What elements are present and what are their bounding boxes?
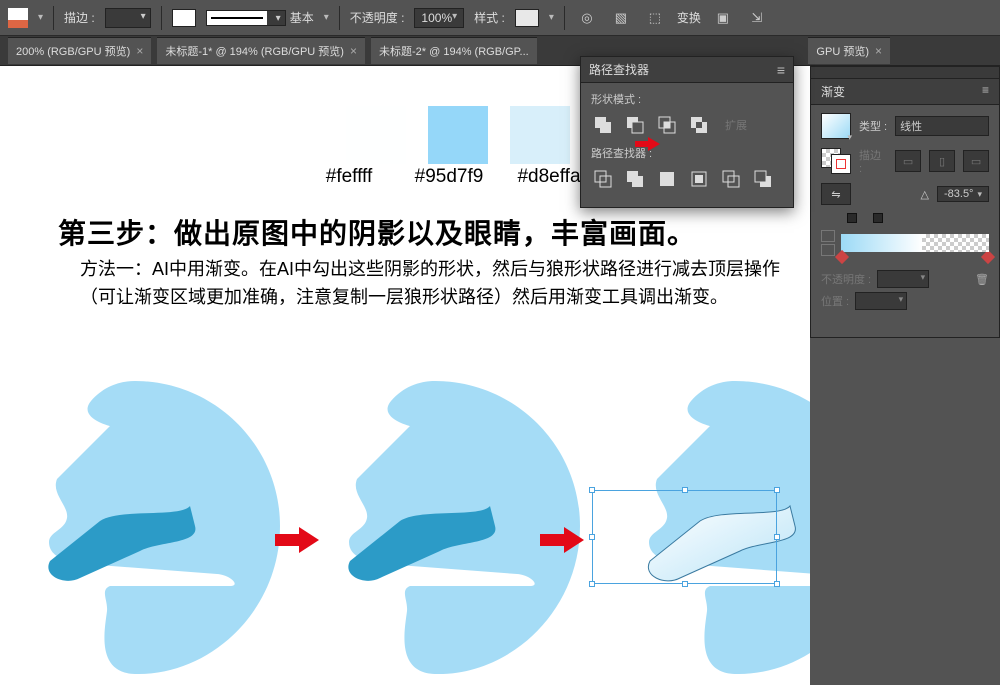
stroke-grad-mode-icon: ▯ <box>929 150 955 172</box>
aspect-ratio-icon[interactable] <box>873 213 887 226</box>
shape-modes-label: 形状模式 : <box>591 91 783 107</box>
divide-icon[interactable] <box>591 167 615 191</box>
stroke-style-open-icon[interactable]: ▾ <box>324 12 329 23</box>
current-tool-icon <box>8 8 28 28</box>
hex-label: #95d7f9 <box>409 166 489 188</box>
document-tab[interactable]: GPU 预览) × <box>808 37 890 64</box>
panel-header[interactable]: 渐变 ≡ <box>811 79 999 105</box>
hex-label: #d8effa <box>509 166 589 188</box>
swatch-sample <box>510 106 570 164</box>
selection-bounding-box[interactable] <box>592 490 777 584</box>
delete-stop-icon[interactable]: 🗑 <box>975 273 989 286</box>
pathfinders-label: 路径查找器 : <box>591 145 783 161</box>
grad-stroke-label: 描边 : <box>859 147 887 175</box>
align-objects-icon[interactable]: ◎ <box>575 6 599 30</box>
gradient-stop[interactable] <box>981 250 995 264</box>
outline-icon[interactable] <box>719 167 743 191</box>
merge-icon[interactable] <box>655 167 679 191</box>
document-tab[interactable]: 未标题-1* @ 194% (RGB/GPU 预览) × <box>157 37 365 64</box>
angle-icon: △ <box>921 188 929 201</box>
opacity-label: 不透明度 : <box>350 9 405 26</box>
marquee-icon[interactable]: ⬚ <box>643 6 667 30</box>
swatch-sample <box>346 106 406 164</box>
gradient-stop[interactable] <box>835 250 849 264</box>
tool-dropdown-icon[interactable]: ▾ <box>38 12 43 23</box>
gradient-type-dropdown[interactable]: 线性 <box>895 116 989 136</box>
align-key-icon[interactable]: ▧ <box>609 6 633 30</box>
stroke-weight-dropdown[interactable] <box>105 8 151 28</box>
hex-label: #feffff <box>309 166 389 188</box>
panel-dock-strip[interactable] <box>810 66 1000 78</box>
pathfinder-panel[interactable]: 路径查找器 ≡ 形状模式 : 扩展 路径查找器 : <box>580 56 794 208</box>
transform-label: 变换 <box>677 9 701 26</box>
document-tab[interactable]: 200% (RGB/GPU 预览) × <box>8 37 151 64</box>
close-tab-icon[interactable]: × <box>136 44 143 58</box>
document-tab[interactable]: 未标题-2* @ 194% (RGB/GP... <box>371 37 537 64</box>
gradient-panel[interactable]: 渐变 ≡ 类型 : 线性 描边 : ▭ ▯ ▭ ⇋ △ -83.5°▾ <box>810 78 1000 338</box>
trim-icon[interactable] <box>623 167 647 191</box>
tab-label: 200% (RGB/GPU 预览) <box>16 43 130 59</box>
gradient-angle-field[interactable]: -83.5°▾ <box>937 186 989 202</box>
aspect-lock-icon[interactable] <box>847 213 861 226</box>
panel-menu-icon[interactable]: ≡ <box>777 62 785 78</box>
basic-label: 基本 <box>290 9 314 26</box>
close-tab-icon[interactable]: × <box>875 44 882 58</box>
document-tab-bar: 200% (RGB/GPU 预览) × 未标题-1* @ 194% (RGB/G… <box>0 36 1000 66</box>
step-heading: 第三步：做出原图中的阴影以及眼睛，丰富画面。 <box>58 212 696 252</box>
minus-front-icon[interactable] <box>623 113 647 137</box>
step-body: 方法一：AI中用渐变。在AI中勾出这些阴影的形状，然后与狼形状路径进行减去顶层操… <box>80 256 780 312</box>
intersect-icon[interactable] <box>655 113 679 137</box>
arrow-right-icon <box>275 531 319 549</box>
opacity-field[interactable]: 100% ▾ <box>414 8 464 28</box>
crop-icon[interactable] <box>687 167 711 191</box>
tab-label: 未标题-1* @ 194% (RGB/GPU 预览) <box>165 43 344 59</box>
style-preset-open-icon[interactable]: ▾ <box>549 12 554 23</box>
stroke-label: 描边 : <box>64 9 95 26</box>
stroke-grad-mode-icon: ▭ <box>963 150 989 172</box>
panel-menu-icon[interactable]: ≡ <box>982 83 989 100</box>
reverse-gradient-icon[interactable]: ⇋ <box>821 183 851 205</box>
stroke-swatch[interactable] <box>172 9 196 27</box>
panel-header[interactable]: 路径查找器 ≡ <box>581 57 793 83</box>
options-bar: ▾ 描边 : 基本 ▾ 不透明度 : 100% ▾ 样式 : ▾ ◎ ▧ ⬚ 变… <box>0 0 1000 36</box>
stop-position-label: 位置 : <box>821 293 849 309</box>
gradient-ramp[interactable] <box>841 234 989 252</box>
type-label: 类型 : <box>859 118 887 134</box>
tab-label: GPU 预览) <box>816 43 869 59</box>
minus-back-icon[interactable] <box>751 167 775 191</box>
panel-title: 路径查找器 <box>589 61 649 78</box>
arrange-icon[interactable]: ⇲ <box>745 6 769 30</box>
swap-colors-icon[interactable] <box>821 230 835 256</box>
arrow-right-icon <box>540 531 584 549</box>
close-tab-icon[interactable]: × <box>350 44 357 58</box>
expand-button: 扩展 <box>725 117 747 133</box>
callout-arrow-icon <box>635 139 661 149</box>
stroke-grad-mode-icon: ▭ <box>895 150 921 172</box>
illustration-row <box>0 336 810 676</box>
exclude-icon[interactable] <box>687 113 711 137</box>
panel-title: 渐变 <box>821 83 845 100</box>
stop-position-field <box>855 292 907 310</box>
style-preset-swatch[interactable] <box>515 9 539 27</box>
style-preset-label: 样式 : <box>474 9 505 26</box>
stroke-style-dropdown[interactable] <box>206 10 286 26</box>
stop-opacity-field <box>877 270 929 288</box>
tab-label: 未标题-2* @ 194% (RGB/GP... <box>379 43 529 59</box>
gradient-preview-swatch[interactable] <box>821 113 851 139</box>
unite-icon[interactable] <box>591 113 615 137</box>
stop-opacity-label: 不透明度 : <box>821 271 871 287</box>
swatch-sample <box>428 106 488 164</box>
fill-stroke-proxy[interactable] <box>821 148 851 174</box>
isolate-icon[interactable]: ▣ <box>711 6 735 30</box>
